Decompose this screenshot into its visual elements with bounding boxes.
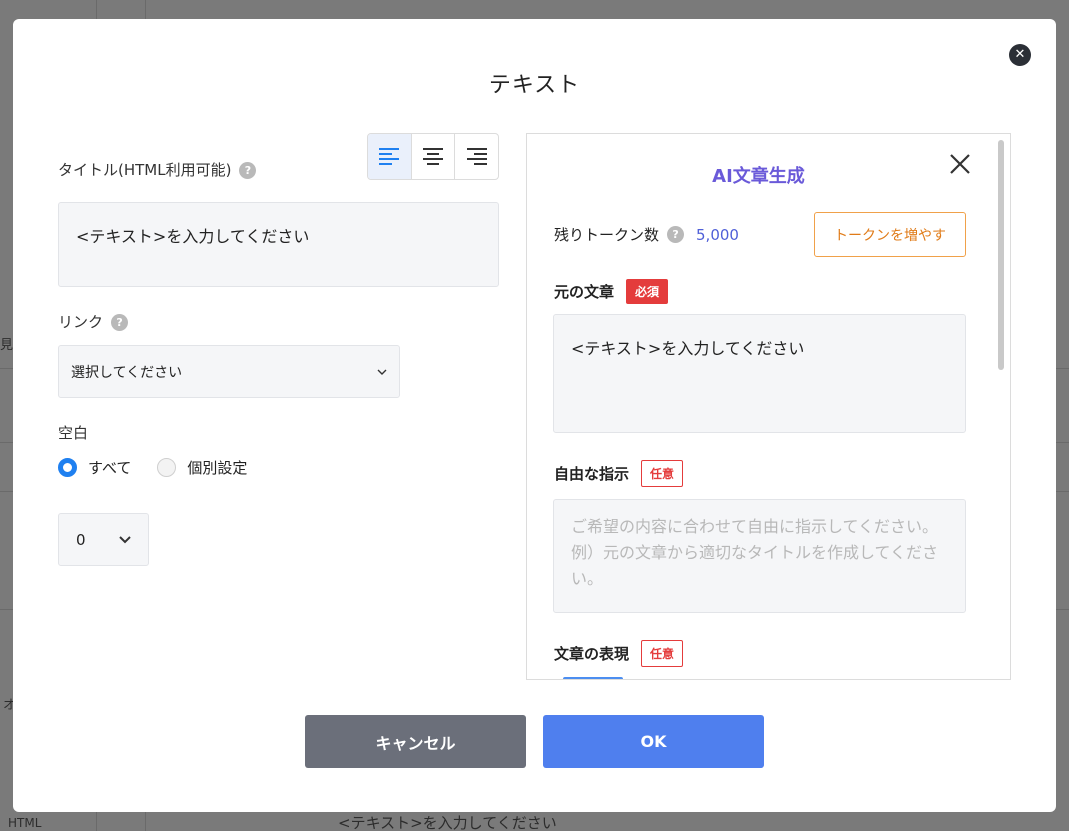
scrollbar[interactable]: [998, 140, 1004, 675]
help-icon[interactable]: ?: [239, 162, 257, 179]
align-left-icon: [379, 147, 400, 165]
radio-all[interactable]: すべて: [58, 457, 131, 478]
radio-button-individual[interactable]: [157, 458, 177, 477]
required-badge: 必須: [626, 279, 669, 304]
scrollbar-thumb[interactable]: [998, 140, 1004, 370]
text-align-group: [367, 133, 499, 180]
title-field-label: タイトル(HTML利用可能)?: [58, 159, 257, 180]
chevron-down-icon: [377, 369, 387, 375]
source-text-input[interactable]: <テキスト>を入力してください: [553, 314, 966, 433]
expression-label-row: 文章の表現 任意: [554, 640, 684, 667]
bg-text: 見: [0, 338, 14, 353]
expression-option-peek[interactable]: [563, 677, 623, 679]
space-value-select[interactable]: 0: [58, 513, 149, 566]
link-label-text: リンク: [58, 313, 104, 331]
link-select[interactable]: 選択してください: [58, 345, 400, 398]
chevron-down-icon: [119, 535, 131, 543]
dialog-title: テキスト: [488, 73, 581, 98]
radio-individual[interactable]: 個別設定: [157, 457, 247, 478]
close-icon[interactable]: ✕: [1009, 44, 1031, 66]
expression-label: 文章の表現: [554, 645, 630, 663]
instruction-input[interactable]: ご希望の内容に合わせて自由に指示してください。例）元の文章から適切なタイトルを作…: [553, 499, 966, 613]
radio-all-label: すべて: [88, 459, 132, 477]
align-center-icon: [423, 147, 443, 165]
token-row: 残りトークン数 ? 5,000: [554, 224, 739, 245]
tokens-label: 残りトークン数: [554, 226, 660, 244]
help-icon[interactable]: ?: [667, 226, 685, 243]
source-text-label: 元の文章: [554, 283, 615, 301]
ai-generation-panel: AI文章生成 残りトークン数 ? 5,000 トークンを増やす 元の文章 必須 …: [526, 133, 1011, 680]
ok-button[interactable]: OK: [543, 715, 764, 768]
link-field-label: リンク?: [58, 311, 129, 332]
bg-text: HTML: [8, 816, 42, 830]
radio-individual-label: 個別設定: [187, 459, 248, 477]
instruction-label: 自由な指示: [554, 465, 630, 483]
title-input[interactable]: <テキスト>を入力してください: [58, 202, 499, 287]
optional-badge: 任意: [641, 460, 684, 487]
align-right-icon: [466, 147, 487, 165]
close-icon[interactable]: [949, 153, 971, 175]
space-label: 空白: [58, 424, 89, 442]
text-edit-dialog: ✕ テキスト タイトル(HTML利用可能)? <テキスト>を入力してください リ…: [13, 19, 1056, 812]
title-label-text: タイトル(HTML利用可能): [58, 161, 232, 179]
optional-badge: 任意: [641, 640, 684, 667]
space-value: 0: [76, 530, 86, 549]
link-select-value: 選択してください: [71, 364, 183, 381]
ai-panel-title: AI文章生成: [712, 166, 805, 187]
align-center-button[interactable]: [412, 134, 456, 179]
source-text-label-row: 元の文章 必須: [554, 279, 669, 304]
add-tokens-button[interactable]: トークンを増やす: [814, 212, 966, 257]
bg-text: <テキスト>を入力してください: [338, 814, 557, 831]
radio-button-all[interactable]: [58, 458, 77, 477]
cancel-button[interactable]: キャンセル: [305, 715, 526, 768]
align-left-button[interactable]: [368, 134, 412, 179]
help-icon[interactable]: ?: [111, 314, 129, 331]
space-radio-group: すべて 個別設定: [58, 457, 273, 478]
align-right-button[interactable]: [455, 134, 498, 179]
instruction-label-row: 自由な指示 任意: [554, 460, 684, 487]
tokens-count: 5,000: [696, 225, 739, 244]
